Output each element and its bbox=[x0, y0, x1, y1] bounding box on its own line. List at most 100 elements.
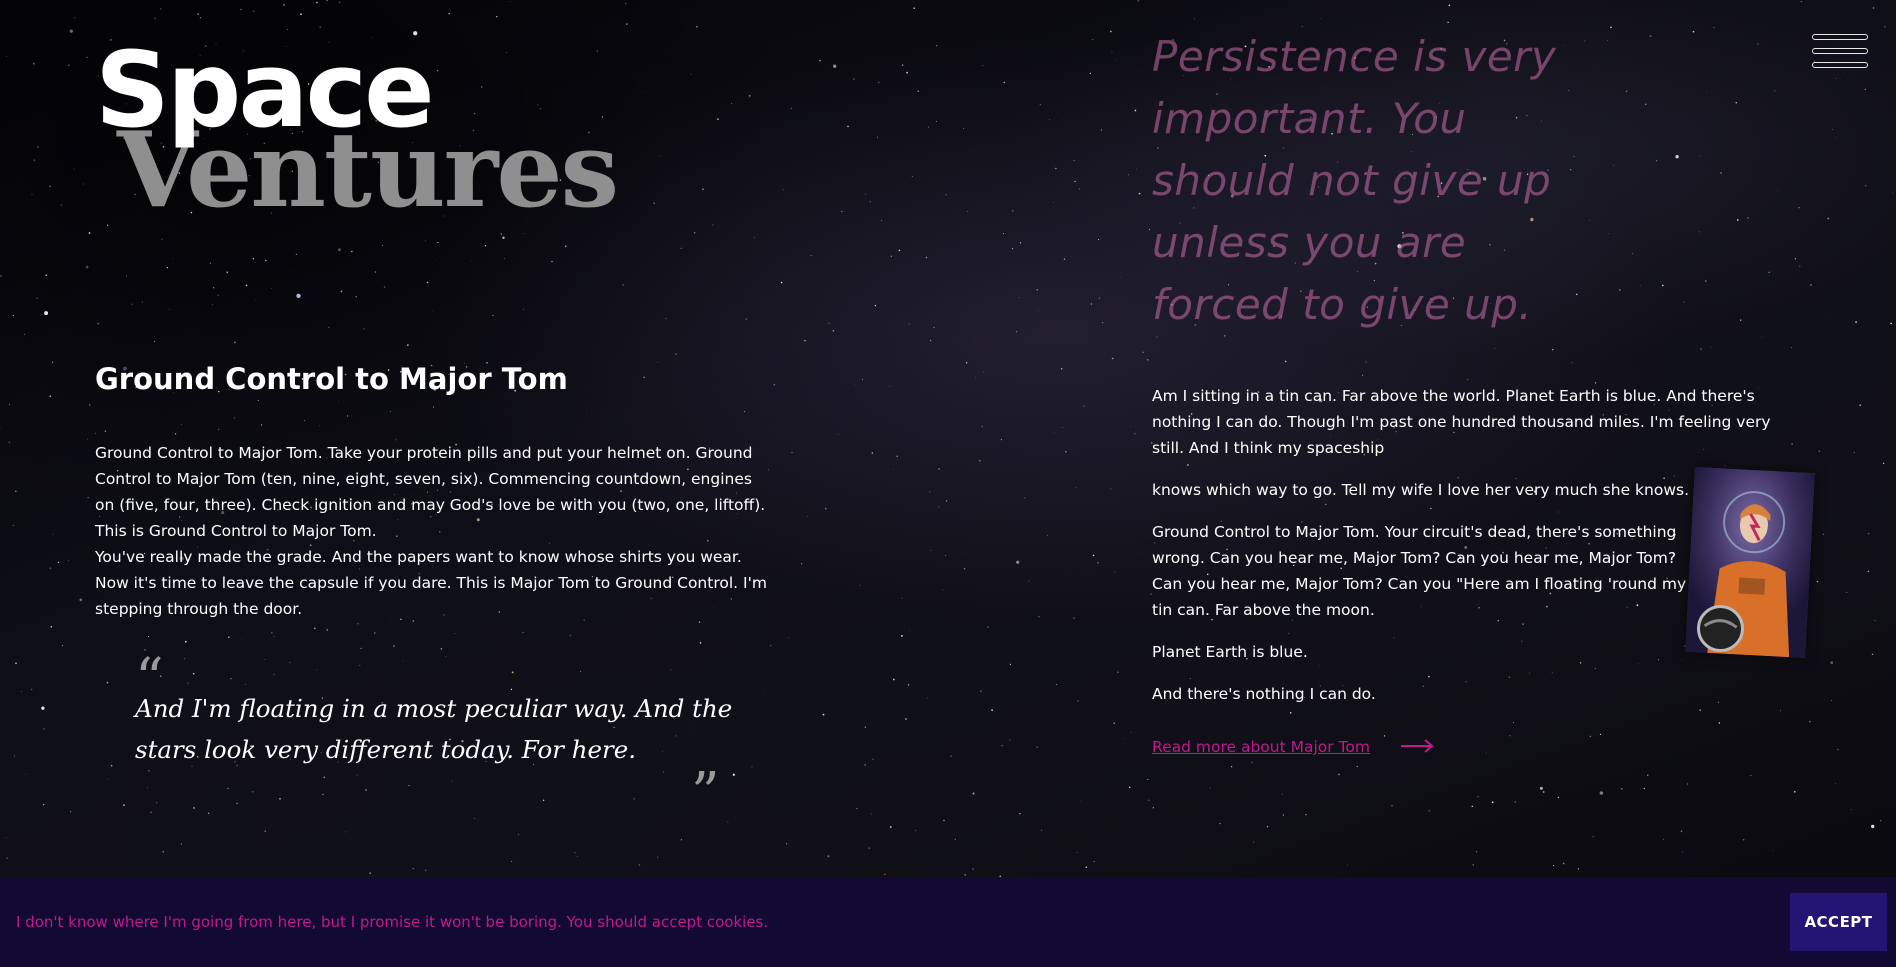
star bbox=[236, 802, 238, 805]
star bbox=[1356, 765, 1358, 768]
star bbox=[36, 297, 38, 299]
star bbox=[1798, 207, 1800, 209]
star bbox=[31, 193, 33, 195]
star bbox=[1880, 819, 1882, 822]
star bbox=[0, 427, 1, 428]
star bbox=[905, 718, 907, 720]
star bbox=[1552, 348, 1554, 351]
star bbox=[1494, 348, 1496, 349]
star bbox=[85, 265, 89, 269]
star bbox=[865, 193, 867, 195]
star bbox=[929, 339, 932, 342]
star bbox=[656, 856, 659, 858]
star bbox=[12, 314, 14, 317]
star bbox=[316, 1, 318, 4]
brand-logo[interactable]: Space Ventures bbox=[95, 30, 655, 231]
star bbox=[780, 281, 783, 284]
read-more-label[interactable]: Read more about Major Tom bbox=[1152, 734, 1370, 760]
star bbox=[25, 774, 26, 775]
star bbox=[1011, 247, 1014, 250]
star bbox=[69, 29, 73, 33]
star bbox=[927, 126, 929, 128]
star bbox=[717, 118, 719, 120]
star bbox=[1110, 30, 1112, 33]
star bbox=[1827, 217, 1830, 220]
star bbox=[1835, 783, 1837, 785]
star bbox=[383, 286, 386, 288]
star bbox=[52, 533, 54, 535]
star bbox=[1882, 462, 1885, 465]
accept-cookies-button[interactable]: ACCEPT bbox=[1790, 893, 1887, 951]
star bbox=[1774, 90, 1776, 92]
star bbox=[1036, 746, 1038, 748]
star bbox=[61, 644, 64, 647]
intro-text: Ground Control to Major Tom. Take your p… bbox=[95, 440, 775, 622]
star bbox=[255, 299, 256, 301]
star bbox=[864, 764, 866, 766]
star bbox=[1089, 72, 1092, 75]
star bbox=[1645, 103, 1647, 106]
hamburger-menu-icon[interactable] bbox=[1812, 34, 1870, 72]
star bbox=[197, 13, 199, 15]
star bbox=[123, 804, 125, 807]
star bbox=[944, 555, 946, 557]
menu-bar bbox=[1812, 62, 1868, 68]
star bbox=[1850, 809, 1852, 811]
star bbox=[927, 697, 929, 699]
star bbox=[1134, 109, 1137, 112]
star bbox=[1720, 172, 1722, 174]
star bbox=[79, 598, 83, 602]
star bbox=[874, 304, 877, 307]
star bbox=[1471, 805, 1474, 808]
star bbox=[915, 829, 917, 831]
star bbox=[1680, 830, 1683, 833]
star bbox=[878, 81, 880, 84]
star bbox=[24, 333, 25, 335]
star bbox=[6, 857, 8, 859]
star bbox=[1036, 289, 1038, 291]
star bbox=[1552, 865, 1555, 867]
star bbox=[1230, 766, 1233, 768]
star bbox=[1074, 180, 1076, 183]
star bbox=[911, 176, 913, 177]
star bbox=[542, 799, 545, 802]
star bbox=[1019, 242, 1022, 244]
star bbox=[1761, 336, 1763, 338]
star bbox=[1085, 866, 1087, 868]
star bbox=[1740, 319, 1742, 321]
star bbox=[1514, 801, 1517, 803]
star bbox=[1194, 18, 1196, 20]
star bbox=[1592, 836, 1594, 838]
star bbox=[1647, 774, 1649, 776]
star bbox=[954, 838, 956, 840]
star bbox=[60, 204, 63, 206]
star bbox=[872, 758, 874, 760]
star bbox=[1049, 119, 1050, 120]
star bbox=[1864, 88, 1866, 90]
star bbox=[1135, 168, 1137, 170]
star bbox=[1831, 129, 1833, 130]
star bbox=[889, 386, 890, 387]
star bbox=[929, 491, 931, 493]
star bbox=[381, 244, 383, 246]
star bbox=[30, 688, 33, 691]
read-more-link[interactable]: Read more about Major Tom bbox=[1152, 734, 1434, 760]
star bbox=[240, 8, 242, 11]
star bbox=[424, 240, 426, 242]
star bbox=[43, 728, 45, 730]
star bbox=[1847, 155, 1849, 157]
star bbox=[1039, 103, 1042, 106]
star bbox=[226, 271, 229, 274]
star bbox=[1062, 426, 1063, 428]
star bbox=[1305, 814, 1307, 816]
star bbox=[1016, 331, 1018, 333]
star bbox=[1083, 405, 1085, 407]
star bbox=[448, 13, 450, 15]
star bbox=[1706, 91, 1708, 93]
pull-quote-line: Persistence is very bbox=[1152, 32, 1557, 81]
star bbox=[1284, 360, 1287, 363]
star bbox=[981, 426, 983, 428]
star bbox=[52, 361, 54, 363]
menu-bar bbox=[1812, 48, 1868, 54]
star bbox=[264, 830, 267, 833]
